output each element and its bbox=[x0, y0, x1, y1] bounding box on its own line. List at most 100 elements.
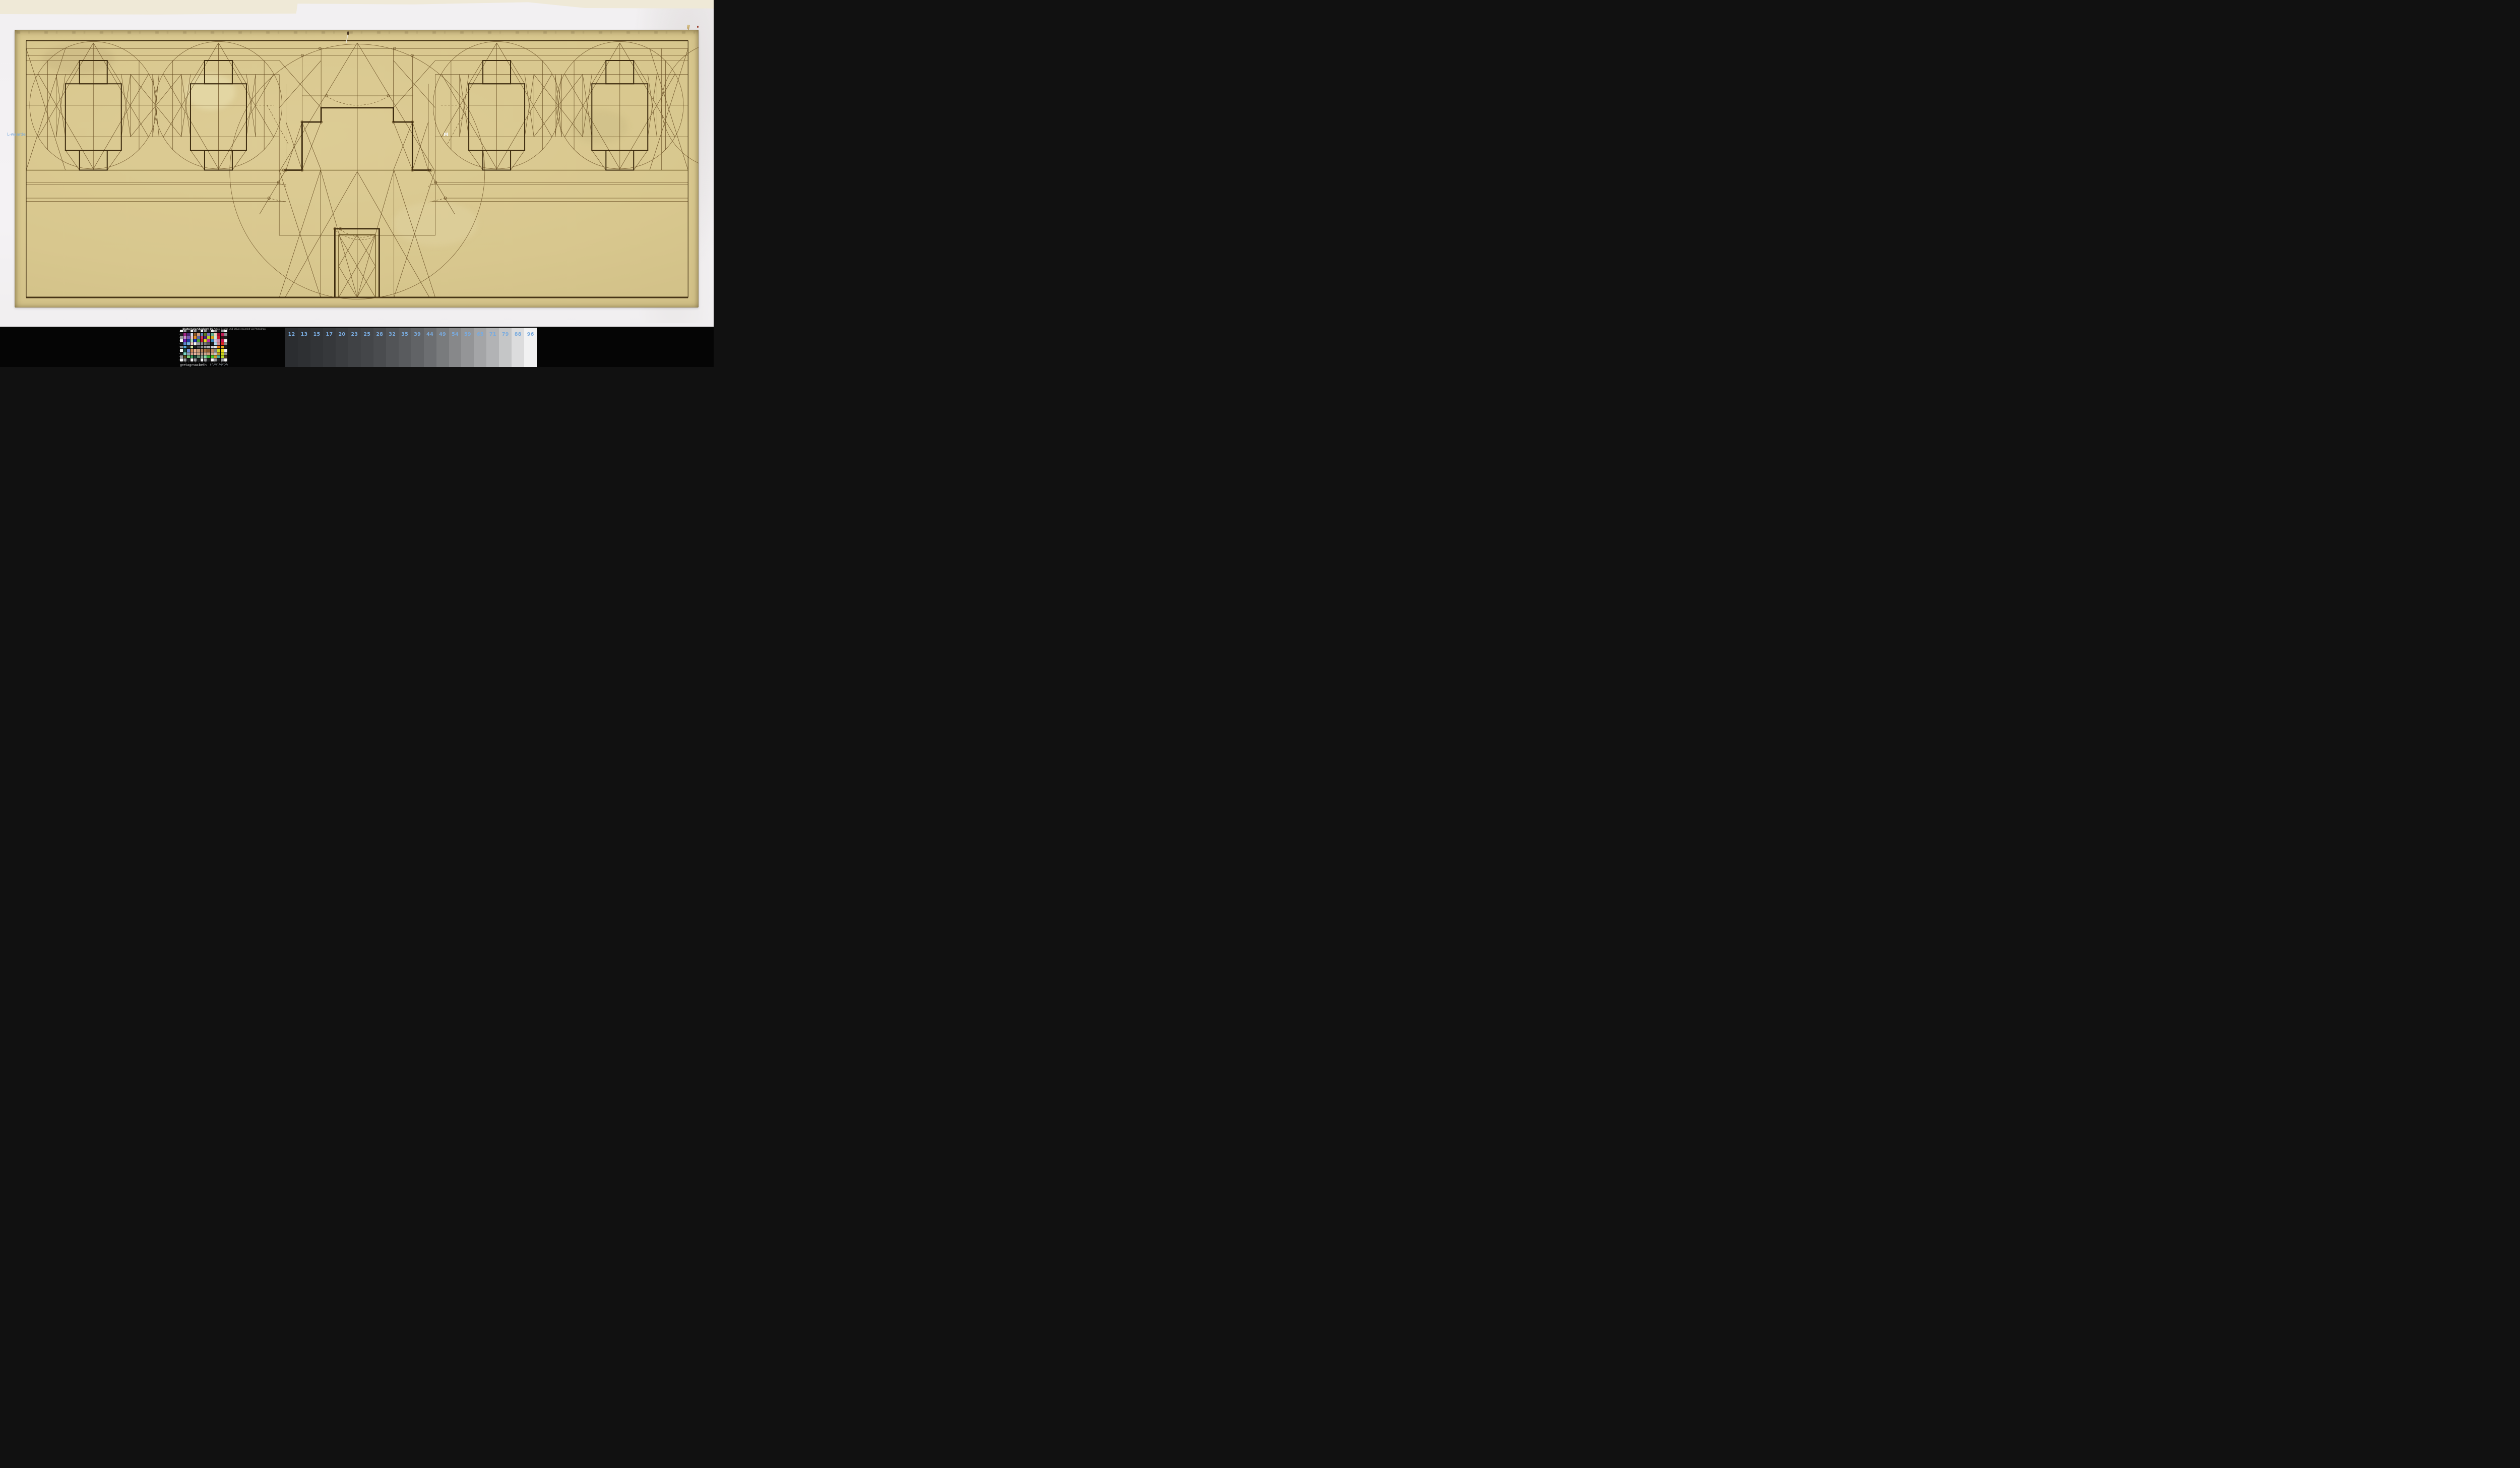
chart-patch-J9 bbox=[210, 355, 214, 358]
chart-patch-F5 bbox=[197, 342, 200, 345]
chart-patch-F8 bbox=[197, 352, 200, 355]
chart-patch-I2 bbox=[207, 333, 210, 336]
gray-patch-label: 49 bbox=[439, 332, 446, 338]
chart-patch-H1 bbox=[204, 329, 207, 333]
chart-patch-B4 bbox=[183, 339, 186, 342]
midtone-marker: M bbox=[444, 132, 449, 138]
ruler-number: 2 bbox=[215, 365, 217, 367]
chart-patch-D6 bbox=[190, 345, 194, 349]
gray-patch-35: 35 bbox=[398, 327, 411, 367]
gray-patch-28: 28 bbox=[373, 327, 386, 367]
grayscale-step-wedge: 12 13 15 17 20 23 25 28 32 35 39 44 49 54 59 65 71 79 88 96 bbox=[285, 327, 537, 367]
chart-patch-G2 bbox=[200, 333, 204, 336]
ruler-number: 5 bbox=[224, 365, 225, 367]
chart-patch-E4 bbox=[194, 339, 197, 342]
chart-patch-E7 bbox=[194, 349, 197, 352]
chart-patch-A4 bbox=[180, 339, 183, 342]
column-label: L bbox=[218, 360, 219, 363]
stain bbox=[42, 44, 114, 74]
chart-patch-M3 bbox=[221, 336, 224, 339]
gray-patch-label: 28 bbox=[376, 332, 384, 338]
gray-patch-label: 96 bbox=[527, 332, 534, 338]
chart-patch-A6 bbox=[180, 345, 183, 349]
chart-patch-C7 bbox=[186, 349, 190, 352]
chart-patch-H5 bbox=[204, 342, 207, 345]
chart-patch-H2 bbox=[204, 333, 207, 336]
chart-patch-K5 bbox=[214, 342, 217, 345]
chart-patch-H4 bbox=[204, 339, 207, 342]
chart-patch-B6 bbox=[183, 345, 186, 349]
chart-patch-B8 bbox=[183, 352, 186, 355]
ruler-numbers: 0123456 bbox=[210, 365, 227, 366]
chart-patch-L6 bbox=[217, 345, 221, 349]
stain bbox=[185, 73, 236, 110]
gray-patch-59: 59 bbox=[461, 327, 474, 367]
chart-patch-N6 bbox=[224, 345, 227, 349]
chart-patch-C6 bbox=[186, 345, 190, 349]
gray-patch-79: 79 bbox=[499, 327, 512, 367]
chart-patch-A1 bbox=[180, 329, 183, 333]
chart-patch-L3 bbox=[217, 336, 221, 339]
column-label: N bbox=[224, 360, 226, 363]
chart-patch-G7 bbox=[200, 349, 204, 352]
gray-patch-label: 13 bbox=[300, 332, 308, 338]
gray-patch-label: 17 bbox=[326, 332, 333, 338]
chart-patch-J4 bbox=[210, 339, 214, 342]
gray-patch-49: 49 bbox=[436, 327, 449, 367]
chart-patch-M6 bbox=[221, 345, 224, 349]
chart-patch-I4 bbox=[207, 339, 210, 342]
chart-patch-H9 bbox=[204, 355, 207, 358]
chart-patch-E6 bbox=[194, 345, 197, 349]
gray-patch-label: 54 bbox=[452, 332, 459, 338]
chart-patch-I5 bbox=[207, 342, 210, 345]
chart-patch-L5 bbox=[217, 342, 221, 345]
chart-patch-F1 bbox=[197, 329, 200, 333]
chart-patch-J1 bbox=[210, 329, 214, 333]
chart-patch-I8 bbox=[207, 352, 210, 355]
chart-patch-D4 bbox=[190, 339, 194, 342]
stain bbox=[392, 202, 478, 246]
gray-patch-32: 32 bbox=[386, 327, 399, 367]
gray-patch-label: 65 bbox=[476, 332, 484, 338]
chart-patch-N1 bbox=[224, 329, 227, 333]
chart-patch-I1 bbox=[207, 329, 210, 333]
chart-patch-E2 bbox=[194, 333, 197, 336]
gray-patch-label: 39 bbox=[414, 332, 421, 338]
gray-patch-54: 54 bbox=[449, 327, 462, 367]
gray-patch-label: 71 bbox=[489, 332, 496, 338]
chart-patch-K3 bbox=[214, 336, 217, 339]
chart-patch-A5 bbox=[180, 342, 183, 345]
gray-patch-label: 15 bbox=[313, 332, 321, 338]
chart-patch-C2 bbox=[186, 333, 190, 336]
mini-ruler: 0123456 bbox=[210, 363, 228, 366]
chart-patch-J7 bbox=[210, 349, 214, 352]
chart-patch-A9 bbox=[180, 355, 183, 358]
column-label: M bbox=[221, 360, 223, 363]
gray-patch-96: 96 bbox=[524, 327, 537, 367]
chart-patch-F6 bbox=[197, 345, 200, 349]
chart-patch-G3 bbox=[200, 336, 204, 339]
ruler-number: 3 bbox=[218, 365, 220, 367]
chart-patch-B7 bbox=[183, 349, 186, 352]
chart-patch-N7 bbox=[224, 349, 227, 352]
gray-patch-65: 65 bbox=[474, 327, 487, 367]
gray-patch-label: 25 bbox=[363, 332, 371, 338]
chart-patch-K6 bbox=[214, 345, 217, 349]
chart-patch-L7 bbox=[217, 349, 221, 352]
chart-patch-C3 bbox=[186, 336, 190, 339]
chart-patch-D1 bbox=[190, 329, 194, 333]
chart-patch-B2 bbox=[183, 333, 186, 336]
drawing-board-panel bbox=[15, 30, 699, 308]
chart-patch-L9 bbox=[217, 355, 221, 358]
chart-patch-B1 bbox=[183, 329, 186, 333]
column-label: K bbox=[214, 360, 216, 363]
chart-patch-I7 bbox=[207, 349, 210, 352]
chart-patch-A7 bbox=[180, 349, 183, 352]
chart-patch-L8 bbox=[217, 352, 221, 355]
gray-patch-13: 13 bbox=[298, 327, 311, 367]
digitized-artwork-photo: 12 13 15 17 20 23 25 28 32 35 39 44 49 54 59 65 71 79 88 96… bbox=[0, 0, 714, 367]
chart-patch-K2 bbox=[214, 333, 217, 336]
gray-patch-20: 20 bbox=[335, 327, 348, 367]
chart-patch-J2 bbox=[210, 333, 214, 336]
chart-patch-E3 bbox=[194, 336, 197, 339]
